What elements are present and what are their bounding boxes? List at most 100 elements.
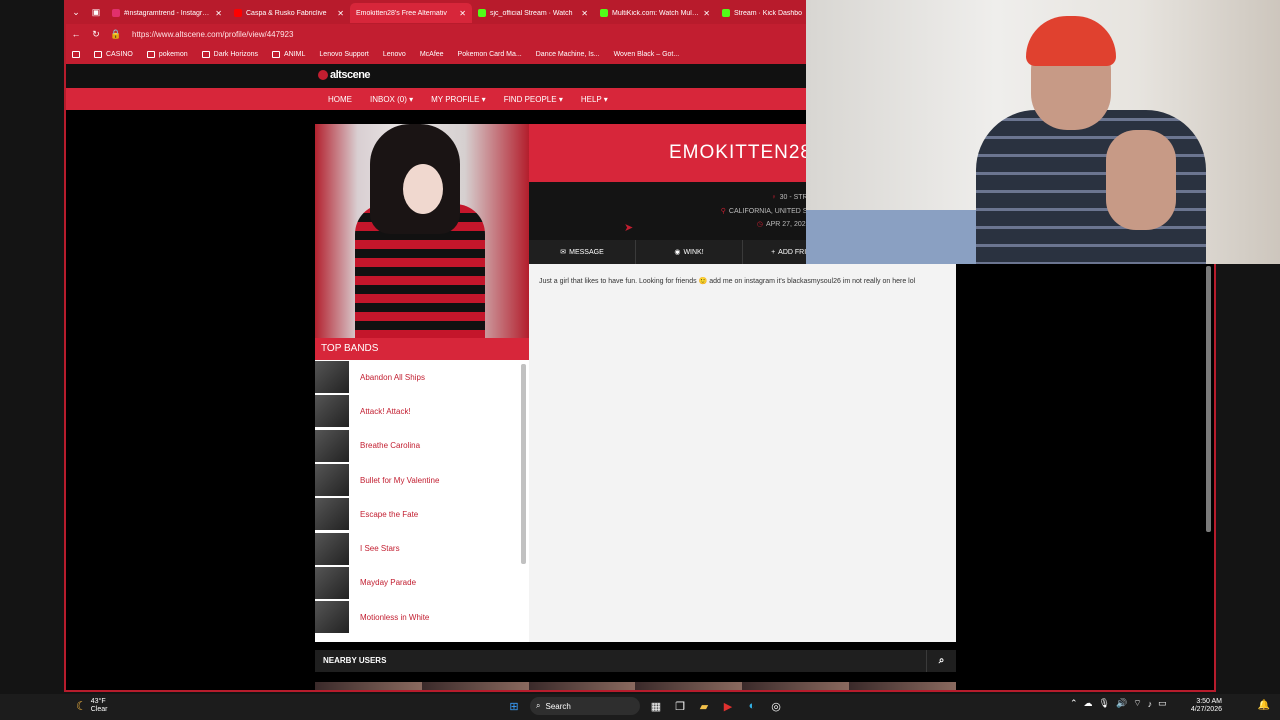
- mouse-cursor-icon: ➤: [624, 222, 634, 234]
- list-item[interactable]: Escape the Fate: [315, 497, 529, 531]
- youtube-icon: [234, 9, 242, 17]
- media-app-icon[interactable]: ▶: [720, 698, 736, 714]
- refresh-icon[interactable]: ↻: [86, 29, 106, 40]
- about-me: Just a girl that likes to have fun. Look…: [529, 264, 956, 642]
- nearby-user-thumb[interactable]: [849, 682, 956, 690]
- wink-button[interactable]: ◉ WINK!: [636, 240, 743, 264]
- tab-kick-stream[interactable]: sjc_official Stream · Watch ✕: [472, 3, 594, 23]
- band-thumbnail: [315, 498, 349, 531]
- list-item[interactable]: Breathe Carolina: [315, 429, 529, 463]
- bookmark-dance-machine[interactable]: Dance Machine, Is...: [536, 51, 600, 58]
- location-pin-icon: ⚲: [720, 208, 726, 215]
- edge-browser-icon[interactable]: ◐: [744, 698, 760, 714]
- nav-find-people[interactable]: FIND PEOPLE ▾: [504, 95, 563, 104]
- close-icon[interactable]: ✕: [337, 9, 344, 18]
- chevron-up-icon[interactable]: ⌃: [1070, 698, 1078, 709]
- gender-icon: ♀: [771, 194, 777, 201]
- microphone-icon[interactable]: 🎙: [1099, 698, 1110, 709]
- profile-username: EMOKITTEN28: [669, 142, 812, 163]
- obs-icon[interactable]: ◎: [768, 698, 784, 714]
- list-item[interactable]: I See Stars: [315, 531, 529, 565]
- nearby-user-thumb[interactable]: [635, 682, 743, 690]
- page-scrollbar[interactable]: [1206, 266, 1211, 532]
- site-logo[interactable]: altscene: [318, 69, 371, 81]
- bookmark-pokemon-card[interactable]: Pokemon Card Ma...: [458, 51, 522, 58]
- multikick-icon: [600, 9, 608, 17]
- instagram-icon: [112, 9, 120, 17]
- profile-photo[interactable]: [315, 124, 529, 338]
- nearby-users-thumbnails: [315, 682, 956, 690]
- bookmark-casino[interactable]: CASINO: [94, 50, 133, 58]
- list-item[interactable]: Abandon All Ships: [315, 360, 529, 394]
- close-icon[interactable]: ✕: [459, 9, 466, 18]
- lock-icon: 🔒: [110, 28, 122, 39]
- nav-inbox[interactable]: INBOX (0) ▾: [370, 95, 413, 104]
- bands-scrollbar[interactable]: [521, 364, 526, 564]
- list-item[interactable]: Motionless in White: [315, 600, 529, 634]
- about-text: Just a girl that likes to have fun. Look…: [539, 278, 916, 285]
- close-icon[interactable]: ✕: [215, 9, 222, 18]
- nav-help[interactable]: HELP ▾: [581, 95, 608, 104]
- top-bands-list: Abandon All Ships Attack! Attack! Breath…: [315, 360, 529, 642]
- tab-instagram[interactable]: #instagramtrend - Instagram ✕: [106, 3, 228, 23]
- bookmark-pokemon[interactable]: pokemon: [146, 50, 188, 58]
- bookmark-woven-black[interactable]: Woven Black – Got...: [614, 51, 680, 58]
- band-thumbnail: [315, 464, 349, 497]
- bookmark-animl[interactable]: ANIML: [272, 50, 305, 58]
- tab-list-chevron-icon[interactable]: ⌄: [66, 0, 86, 24]
- band-thumbnail: [315, 361, 349, 394]
- nearby-user-thumb[interactable]: [315, 682, 422, 690]
- bookmark-lenovo[interactable]: Lenovo: [383, 51, 406, 58]
- onedrive-icon[interactable]: ☁: [1084, 698, 1093, 709]
- desktop: ⌄ ▣ #instagramtrend - Instagram ✕ Caspa …: [0, 0, 1280, 720]
- search-icon[interactable]: ⌕: [926, 650, 956, 672]
- band-thumbnail: [315, 429, 349, 462]
- tab-multikick[interactable]: MultiKick.com: Watch Multiple ✕: [594, 3, 716, 23]
- close-icon[interactable]: ✕: [703, 9, 710, 18]
- logo-mark-icon: [318, 70, 328, 81]
- windows-start-icon[interactable]: ⊞: [506, 698, 522, 714]
- taskbar-search[interactable]: ⌕ Search: [530, 697, 640, 715]
- search-icon: ⌕: [536, 701, 541, 710]
- list-item[interactable]: Attack! Attack!: [315, 394, 529, 428]
- nearby-user-thumb[interactable]: [528, 682, 636, 690]
- close-icon[interactable]: ✕: [581, 9, 588, 18]
- message-button[interactable]: ✉ MESSAGE: [529, 240, 636, 264]
- url-field[interactable]: https://www.altscene.com/profile/view/44…: [132, 30, 293, 39]
- widgets-icon[interactable]: ▦: [648, 698, 664, 714]
- webcam-overlay: [806, 0, 1280, 264]
- band-thumbnail: [315, 566, 349, 599]
- nearby-user-thumb[interactable]: [742, 682, 850, 690]
- plus-icon: +: [771, 248, 776, 256]
- kick-icon: [722, 9, 730, 17]
- bookmark-apps-icon[interactable]: [72, 50, 80, 58]
- tab-altscene[interactable]: Emokitten28's Free Alternativ ✕: [350, 3, 472, 23]
- folder-icon: [146, 50, 155, 58]
- nav-home[interactable]: HOME: [328, 95, 352, 104]
- volume-icon[interactable]: ♪: [1148, 699, 1153, 709]
- taskbar-apps: ⊞ ⌕ Search ▦ ❐ ▰ ▶ ◐ ◎: [506, 697, 784, 715]
- file-explorer-icon[interactable]: ▰: [696, 698, 712, 714]
- meta-age: ♀ 30 - STRAIGHT: [771, 194, 829, 201]
- workspaces-icon[interactable]: ▣: [86, 0, 106, 24]
- list-item[interactable]: Bullet for My Valentine: [315, 463, 529, 497]
- tab-youtube[interactable]: Caspa & Rusko Fabriclive ✕: [228, 3, 350, 23]
- notification-bell-icon[interactable]: 🔔: [1258, 700, 1270, 711]
- back-icon[interactable]: ←: [66, 29, 86, 39]
- wifi-icon[interactable]: ⌔: [1133, 698, 1141, 709]
- top-bands-heading: TOP BANDS: [315, 338, 529, 360]
- band-thumbnail: [315, 601, 349, 634]
- weather-widget[interactable]: ☾ 43°F Clear: [76, 698, 108, 714]
- clock-icon: ◷: [756, 221, 763, 228]
- bookmark-mcafee[interactable]: McAfee: [420, 51, 444, 58]
- clock[interactable]: 3:50 AM 4/27/2026: [1191, 698, 1222, 714]
- nav-my-profile[interactable]: MY PROFILE ▾: [431, 95, 486, 104]
- bookmark-dark-horizons[interactable]: Dark Horizons: [201, 50, 258, 58]
- list-item[interactable]: Mayday Parade: [315, 566, 529, 600]
- folder-icon: [94, 50, 102, 58]
- task-view-icon[interactable]: ❐: [672, 698, 688, 714]
- speaker-icon[interactable]: 🔊: [1116, 698, 1127, 709]
- battery-icon[interactable]: ▭: [1158, 698, 1167, 709]
- bookmark-lenovo-support[interactable]: Lenovo Support: [319, 51, 368, 58]
- nearby-user-thumb[interactable]: [421, 682, 529, 690]
